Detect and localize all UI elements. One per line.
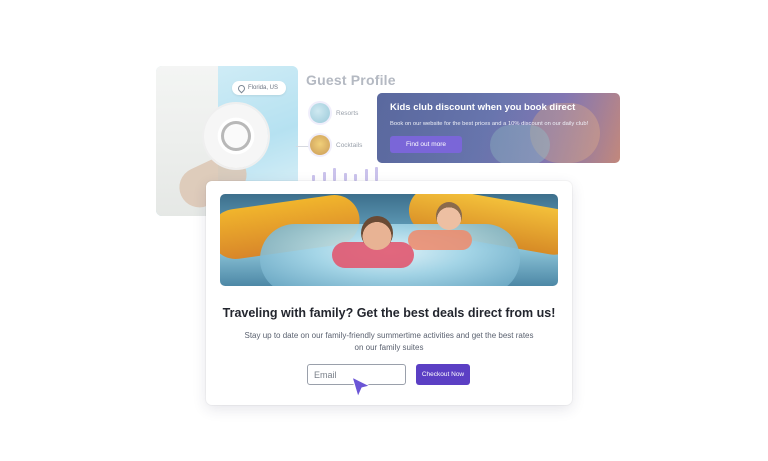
subtext-line-1: Stay up to date on our family-friendly s… — [244, 331, 534, 340]
kids-club-card: Kids club discount when you book direct … — [377, 93, 620, 163]
activity-bar — [333, 168, 336, 181]
interest-label: Cocktails — [336, 141, 363, 149]
guest-profile-title: Guest Profile — [306, 72, 396, 88]
resort-thumbnail — [310, 103, 330, 123]
popup-subtext: Stay up to date on our family-friendly s… — [206, 330, 572, 354]
interest-label: Resorts — [336, 109, 359, 117]
mouse-cursor-icon — [351, 376, 371, 398]
activity-bar — [343, 173, 347, 181]
location-badge: Florida, US — [232, 81, 287, 95]
activity-bars — [312, 165, 402, 181]
subtext-line-2: on our family suites — [354, 343, 424, 352]
signup-popup: Traveling with family? Get the best deal… — [206, 181, 572, 405]
activity-bar — [364, 169, 368, 181]
location-pin-icon — [236, 83, 247, 93]
activity-bar — [354, 174, 357, 181]
interest-cocktails: Cocktails — [310, 134, 362, 156]
checkout-now-button[interactable]: Checkout Now — [416, 364, 470, 385]
connector-line — [296, 146, 310, 147]
kids-club-title: Kids club discount when you book direct — [390, 102, 576, 113]
popup-headline: Traveling with family? Get the best deal… — [222, 306, 556, 320]
interest-resorts: Resorts — [310, 102, 358, 124]
activity-bar — [322, 172, 326, 181]
location-label: Florida, US — [248, 85, 279, 91]
hero-image — [220, 194, 558, 286]
cocktail-thumbnail — [310, 135, 330, 155]
find-out-more-button[interactable]: Find out more — [390, 136, 462, 153]
kids-club-description: Book on our website for the best prices … — [390, 121, 589, 127]
activity-bar — [375, 167, 378, 181]
